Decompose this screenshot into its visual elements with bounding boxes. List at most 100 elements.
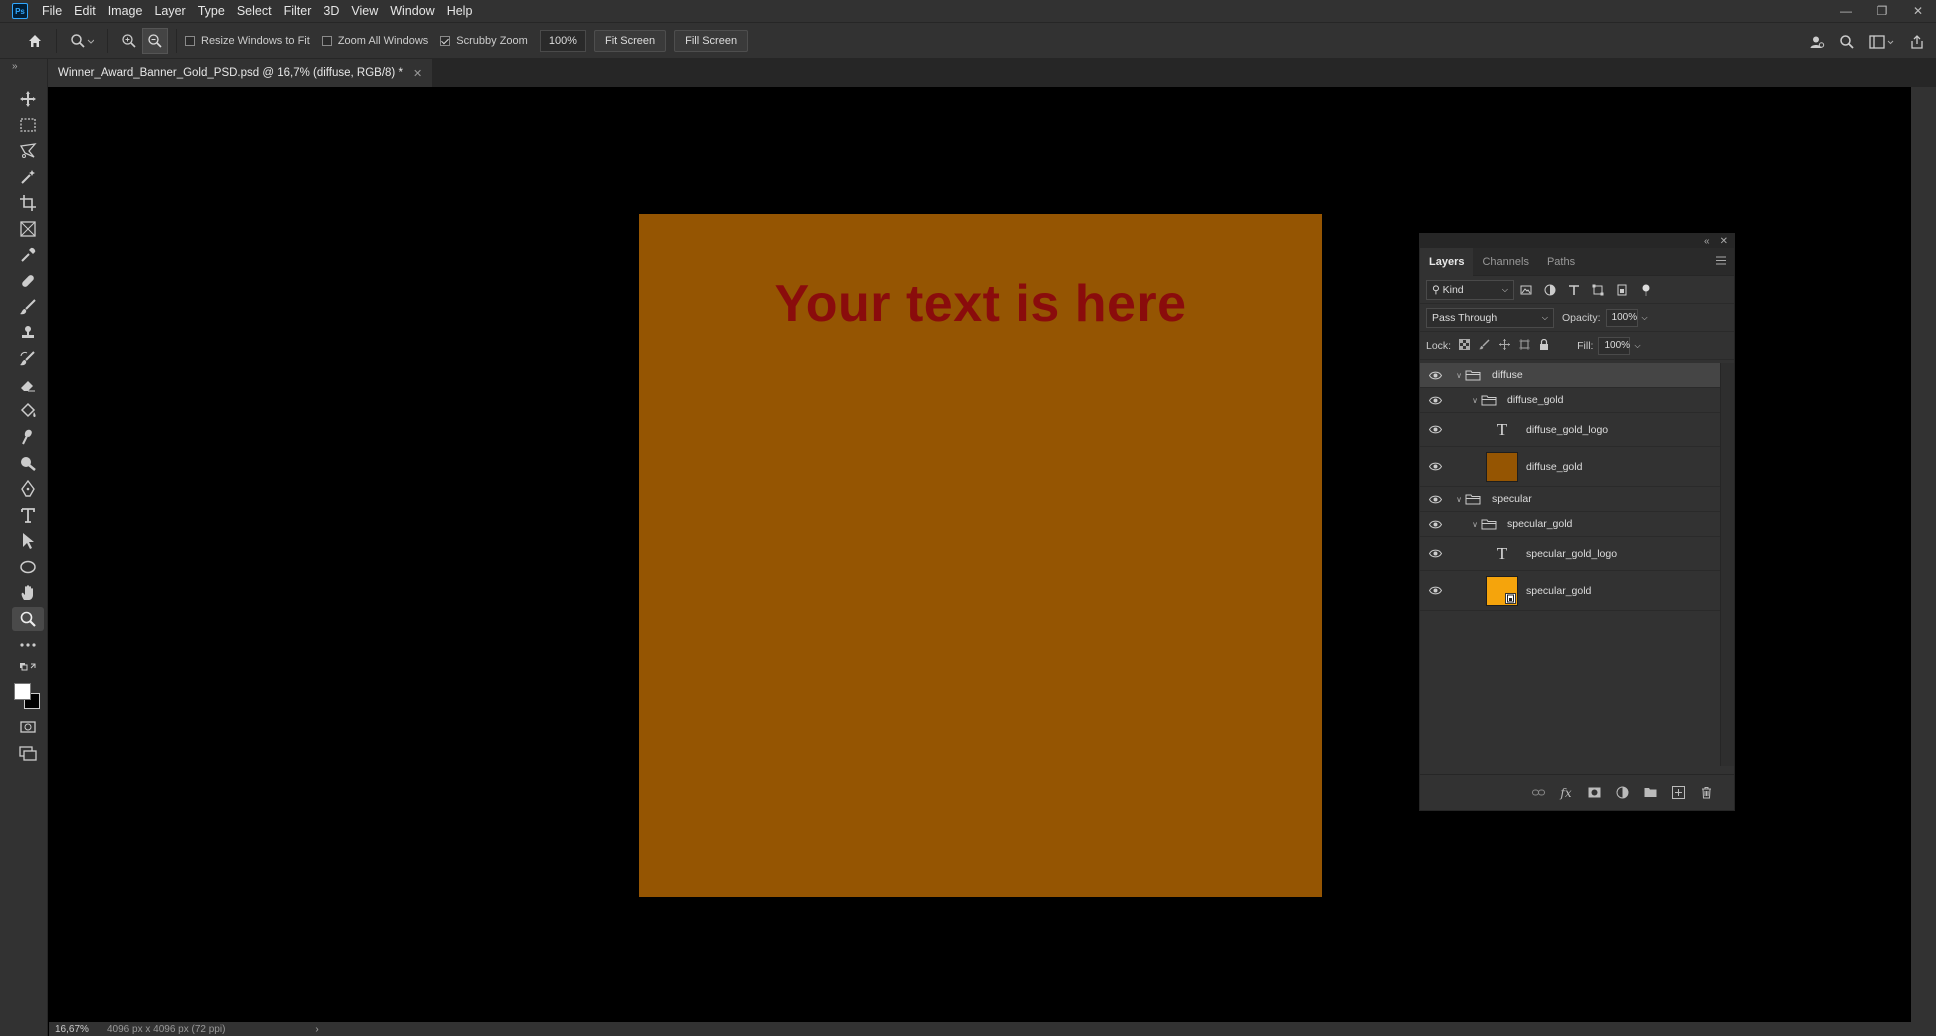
visibility-eye-icon[interactable] [1428, 517, 1442, 531]
expand-chevron-icon[interactable]: ∨ [1470, 519, 1480, 529]
fill-field[interactable]: 100% [1598, 336, 1631, 355]
zoom-all-windows-checkbox[interactable]: Zoom All Windows [321, 35, 428, 47]
expand-chevron-icon[interactable]: ∨ [1454, 494, 1464, 504]
layer-name[interactable]: diffuse [1492, 369, 1523, 381]
layer-name[interactable]: specular [1492, 493, 1532, 505]
lock-transparent-icon[interactable] [1459, 338, 1471, 353]
fill-screen-button[interactable]: Fill Screen [674, 29, 749, 52]
new-layer-icon[interactable] [1670, 785, 1686, 801]
layer-row-specular-gold-logo[interactable]: T specular_gold_logo [1420, 537, 1720, 571]
tab-channels[interactable]: Channels [1473, 248, 1537, 276]
swap-colors-icon[interactable] [12, 659, 44, 683]
lock-artboard-icon[interactable] [1519, 338, 1531, 353]
workspace-icon[interactable] [1864, 29, 1900, 55]
smudge-tool-icon[interactable] [12, 425, 44, 449]
visibility-eye-icon[interactable] [1428, 547, 1442, 561]
zoom-tool-icon[interactable] [12, 607, 44, 631]
visibility-eye-icon[interactable] [1428, 368, 1442, 382]
layer-name[interactable]: specular_gold_logo [1526, 548, 1617, 560]
share-icon[interactable] [1904, 29, 1930, 55]
layer-row-diffuse[interactable]: ∨ diffuse [1420, 363, 1720, 388]
checkbox-box[interactable] [321, 35, 332, 46]
ellipse-tool-icon[interactable] [12, 555, 44, 579]
zoom-percent-field[interactable]: 100% [539, 29, 586, 52]
status-menu-arrow-icon[interactable]: › [315, 1024, 318, 1035]
tab-paths[interactable]: Paths [1538, 248, 1584, 276]
visibility-eye-icon[interactable] [1428, 460, 1442, 474]
resize-windows-checkbox[interactable]: Resize Windows to Fit [185, 35, 310, 47]
menu-type[interactable]: Type [192, 0, 231, 22]
minimize-icon[interactable]: — [1828, 0, 1864, 22]
filter-adjustment-icon[interactable] [1538, 280, 1562, 300]
pen-tool-icon[interactable] [12, 477, 44, 501]
fx-icon[interactable]: fx [1558, 785, 1574, 801]
layer-row-specular[interactable]: ∨ specular [1420, 487, 1720, 512]
frame-tool-icon[interactable] [12, 217, 44, 241]
foreground-color-swatch[interactable] [14, 683, 31, 700]
canvas-text[interactable]: Your text is here [639, 274, 1322, 334]
menu-image[interactable]: Image [102, 0, 149, 22]
opacity-chevron-icon[interactable]: ⌵ [1642, 313, 1648, 323]
paint-bucket-tool-icon[interactable] [12, 399, 44, 423]
history-brush-tool-icon[interactable] [12, 347, 44, 371]
crop-tool-icon[interactable] [12, 191, 44, 215]
layer-name[interactable]: specular_gold [1526, 585, 1591, 597]
menu-view[interactable]: View [345, 0, 384, 22]
filter-smart-object-icon[interactable] [1610, 280, 1634, 300]
menu-help[interactable]: Help [441, 0, 479, 22]
restore-icon[interactable]: ❐ [1864, 0, 1900, 22]
filter-shape-icon[interactable] [1586, 280, 1610, 300]
filter-type-icon[interactable] [1562, 280, 1586, 300]
fill-chevron-icon[interactable]: ⌵ [1634, 341, 1640, 351]
home-icon[interactable] [22, 28, 48, 54]
screen-mode-icon[interactable] [12, 741, 44, 765]
lock-pixels-icon[interactable] [1479, 338, 1490, 353]
link-layers-icon[interactable] [1530, 785, 1546, 801]
eyedropper-tool-icon[interactable] [12, 243, 44, 267]
layer-row-diffuse-gold-pixel[interactable]: diffuse_gold [1420, 447, 1720, 487]
layer-list-scrollbar[interactable] [1720, 363, 1734, 766]
adjustment-layer-icon[interactable] [1614, 785, 1630, 801]
healing-brush-tool-icon[interactable] [12, 269, 44, 293]
type-tool-icon[interactable] [12, 503, 44, 527]
move-tool-icon[interactable] [12, 87, 44, 111]
path-selection-tool-icon[interactable] [12, 529, 44, 553]
filter-pixel-icon[interactable] [1514, 280, 1538, 300]
layer-row-specular-gold-group[interactable]: ∨ specular_gold [1420, 512, 1720, 537]
collapse-panel-icon[interactable]: « [1704, 236, 1710, 247]
filter-toggle-icon[interactable] [1634, 280, 1658, 300]
menu-file[interactable]: File [36, 0, 68, 22]
zoom-in-icon[interactable] [116, 28, 142, 54]
marquee-tool-icon[interactable] [12, 113, 44, 137]
cloud-user-icon[interactable] [1804, 29, 1830, 55]
fit-screen-button[interactable]: Fit Screen [593, 29, 667, 52]
expand-chevron-icon[interactable]: ∨ [1454, 370, 1464, 380]
menu-select[interactable]: Select [231, 0, 278, 22]
visibility-eye-icon[interactable] [1428, 393, 1442, 407]
scrubby-zoom-checkbox[interactable]: Scrubby Zoom [440, 35, 528, 47]
visibility-eye-icon[interactable] [1428, 492, 1442, 506]
eraser-tool-icon[interactable] [12, 373, 44, 397]
quick-mask-icon[interactable] [12, 715, 44, 739]
color-swatches[interactable] [14, 683, 40, 709]
layer-row-diffuse-gold-logo[interactable]: T diffuse_gold_logo [1420, 413, 1720, 447]
tab-layers[interactable]: Layers [1420, 247, 1474, 276]
dodge-tool-icon[interactable] [12, 451, 44, 475]
layer-name[interactable]: diffuse_gold [1507, 394, 1563, 406]
document-tab[interactable]: Winner_Award_Banner_Gold_PSD.psd @ 16,7%… [48, 59, 433, 87]
magic-wand-tool-icon[interactable] [12, 165, 44, 189]
stamp-tool-icon[interactable] [12, 321, 44, 345]
opacity-field[interactable]: 100% [1605, 308, 1638, 327]
visibility-eye-icon[interactable] [1428, 423, 1442, 437]
layer-name[interactable]: diffuse_gold_logo [1526, 424, 1608, 436]
close-panel-icon[interactable]: ✕ [1720, 236, 1728, 247]
add-mask-icon[interactable] [1586, 785, 1602, 801]
expand-panel-icon[interactable]: » [12, 61, 18, 72]
zoom-tool-preset-icon[interactable] [65, 28, 99, 54]
blend-mode-select[interactable]: Pass Through ⌵ [1426, 307, 1554, 328]
checkbox-box[interactable] [185, 35, 195, 46]
close-tab-icon[interactable]: ✕ [413, 67, 422, 80]
layer-name[interactable]: diffuse_gold [1526, 461, 1582, 473]
search-icon[interactable] [1834, 29, 1860, 55]
layer-row-specular-gold-smart[interactable]: specular_gold [1420, 571, 1720, 611]
